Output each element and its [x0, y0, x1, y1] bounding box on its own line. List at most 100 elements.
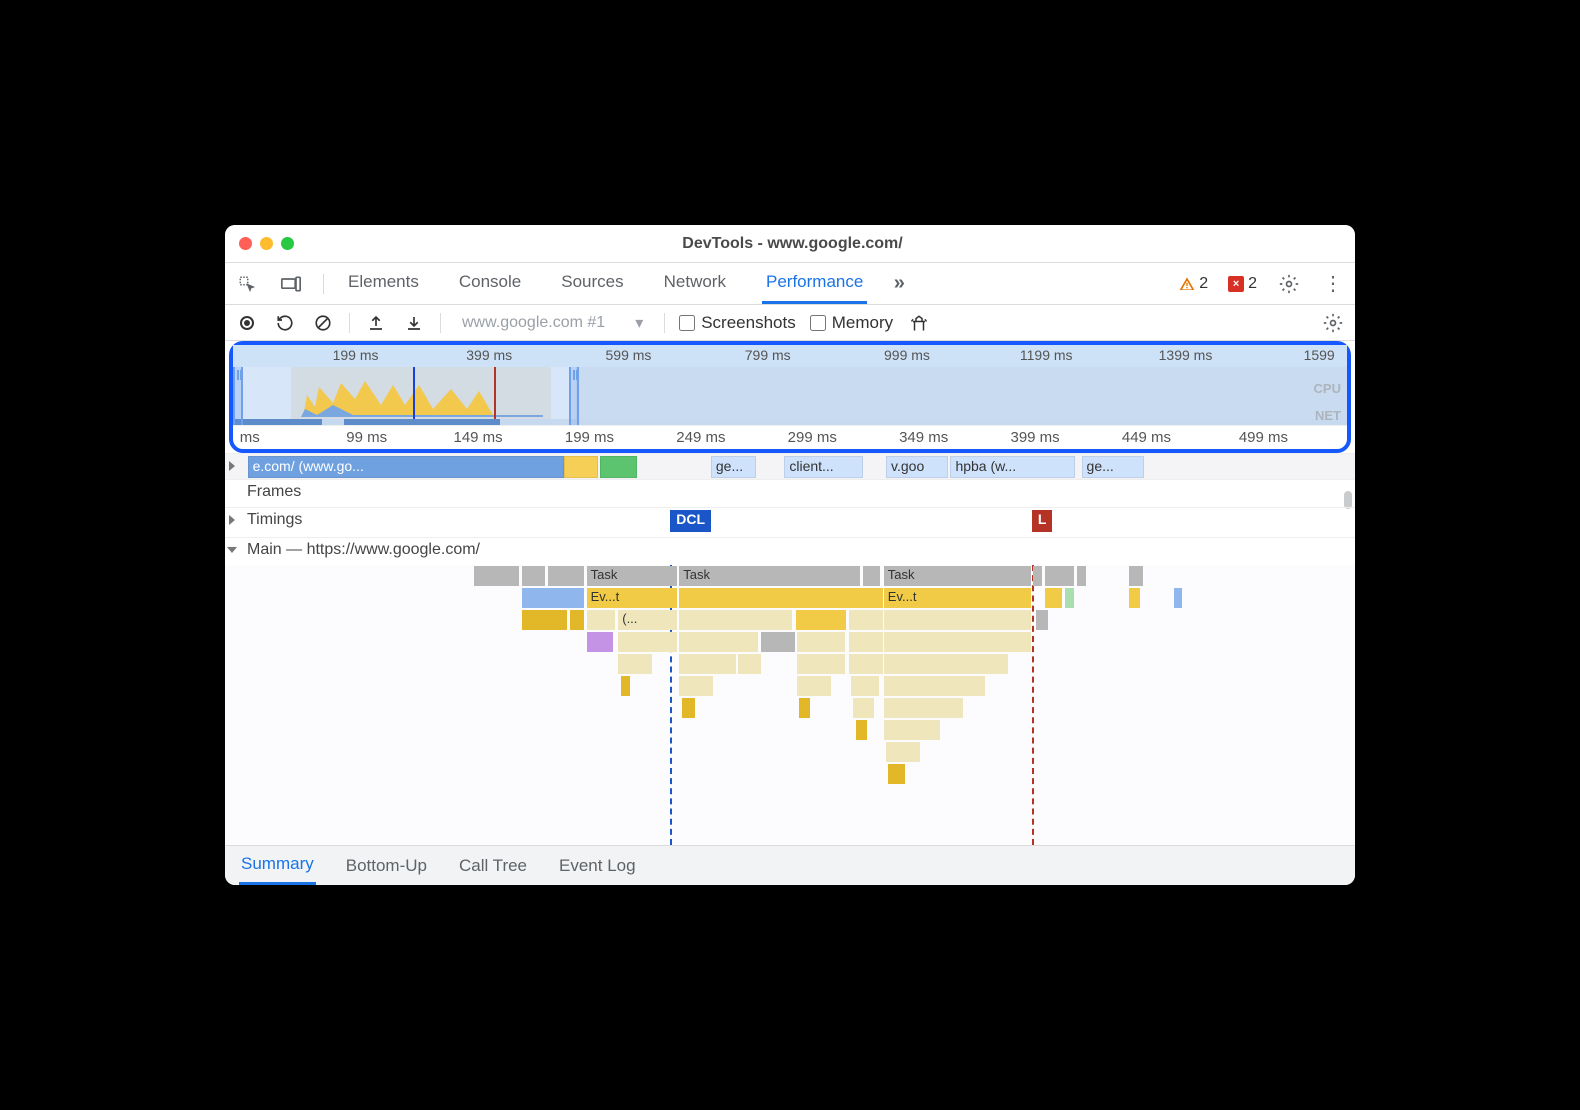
overview-handle-right[interactable]	[569, 367, 579, 425]
track-timings[interactable]: Timings DCL L	[225, 507, 1355, 537]
download-icon[interactable]	[402, 311, 426, 335]
network-request[interactable]: ge...	[711, 456, 756, 478]
flame-block[interactable]	[849, 610, 883, 630]
detail-tab-bottom-up[interactable]: Bottom-Up	[344, 848, 429, 884]
flame-block[interactable]	[884, 720, 941, 740]
flame-block[interactable]	[1129, 566, 1143, 586]
flame-block[interactable]	[474, 566, 519, 586]
flame-block[interactable]	[856, 720, 867, 740]
minimize-window-button[interactable]	[260, 237, 273, 250]
device-toolbar-icon[interactable]	[279, 272, 303, 296]
reload-icon[interactable]	[273, 311, 297, 335]
tab-sources[interactable]: Sources	[557, 263, 627, 304]
flame-block[interactable]	[849, 654, 883, 674]
flame-block[interactable]	[679, 588, 882, 608]
tab-console[interactable]: Console	[455, 263, 525, 304]
disclosure-triangle-icon[interactable]	[227, 547, 237, 553]
flame-block[interactable]	[1174, 588, 1182, 608]
flame-block[interactable]	[679, 632, 758, 652]
flame-block[interactable]	[863, 566, 880, 586]
screenshots-checkbox[interactable]: Screenshots	[679, 313, 796, 333]
memory-checkbox[interactable]: Memory	[810, 313, 893, 333]
tab-network[interactable]: Network	[660, 263, 730, 304]
flame-block[interactable]: Ev...t	[587, 588, 677, 608]
maximize-window-button[interactable]	[281, 237, 294, 250]
flame-block[interactable]	[797, 676, 831, 696]
flame-block[interactable]: Task	[587, 566, 677, 586]
tab-performance[interactable]: Performance	[762, 263, 867, 304]
flame-block[interactable]	[888, 764, 905, 784]
flame-block[interactable]	[548, 566, 584, 586]
network-request[interactable]	[600, 456, 637, 478]
upload-icon[interactable]	[364, 311, 388, 335]
flame-block[interactable]: Ev...t	[884, 588, 1031, 608]
flame-block[interactable]	[884, 698, 963, 718]
flame-block[interactable]	[849, 632, 883, 652]
flame-block[interactable]: (...	[618, 610, 677, 630]
recording-select[interactable]: www.google.com #1 ▾	[455, 310, 650, 336]
flame-block[interactable]: Task	[679, 566, 860, 586]
flame-block[interactable]	[618, 654, 652, 674]
track-main[interactable]: Main — https://www.google.com/	[225, 537, 1355, 565]
overview-timeline[interactable]: 199 ms399 ms599 ms799 ms999 ms1199 ms139…	[229, 341, 1351, 453]
flame-block[interactable]	[621, 676, 630, 696]
tab-elements[interactable]: Elements	[344, 263, 423, 304]
flame-chart[interactable]: TaskTaskTaskEv...tEv...t(...	[225, 565, 1355, 845]
flame-block[interactable]	[851, 676, 879, 696]
garbage-collect-icon[interactable]	[907, 311, 931, 335]
flame-block[interactable]	[618, 632, 677, 652]
capture-settings-gear-icon[interactable]	[1321, 311, 1345, 335]
flame-block[interactable]	[570, 610, 585, 630]
flame-block[interactable]	[522, 566, 545, 586]
network-request[interactable]: v.goo	[886, 456, 948, 478]
flame-block[interactable]	[1065, 588, 1074, 608]
flame-block[interactable]	[1045, 566, 1073, 586]
flame-block[interactable]	[886, 742, 920, 762]
settings-gear-icon[interactable]	[1277, 272, 1301, 296]
overview-handle-left[interactable]	[233, 367, 243, 425]
flame-block[interactable]	[679, 654, 736, 674]
flame-block[interactable]	[1033, 566, 1042, 586]
flame-block[interactable]	[682, 698, 696, 718]
close-window-button[interactable]	[239, 237, 252, 250]
flame-block[interactable]	[796, 610, 847, 630]
detail-tab-call-tree[interactable]: Call Tree	[457, 848, 529, 884]
flame-block[interactable]	[797, 654, 846, 674]
flame-block[interactable]	[799, 698, 810, 718]
inspect-element-icon[interactable]	[235, 272, 259, 296]
detail-tab-event-log[interactable]: Event Log	[557, 848, 638, 884]
detail-tab-summary[interactable]: Summary	[239, 846, 316, 885]
network-request[interactable]: hpba (w...	[950, 456, 1074, 478]
dcl-marker[interactable]: DCL	[670, 510, 711, 532]
flame-block[interactable]	[587, 632, 613, 652]
network-request[interactable]: client...	[784, 456, 863, 478]
overview-body[interactable]: CPU NET	[233, 367, 1347, 425]
flame-block[interactable]	[679, 610, 792, 630]
track-network[interactable]: Network e.com/ (www.go...ge...client...v…	[225, 453, 1355, 479]
flame-block[interactable]	[884, 610, 1031, 630]
clear-icon[interactable]	[311, 311, 335, 335]
network-request[interactable]	[564, 456, 598, 478]
flame-block[interactable]	[1036, 610, 1047, 630]
flame-block[interactable]	[761, 632, 795, 652]
flame-block[interactable]: Task	[884, 566, 1031, 586]
warnings-badge[interactable]: 2	[1179, 275, 1208, 293]
flame-block[interactable]	[797, 632, 846, 652]
flame-block[interactable]	[522, 610, 567, 630]
more-tabs-icon[interactable]: »	[887, 272, 911, 296]
flame-block[interactable]	[522, 588, 584, 608]
flame-block[interactable]	[587, 610, 615, 630]
kebab-menu-icon[interactable]: ⋮	[1321, 272, 1345, 296]
flame-block[interactable]	[1129, 588, 1140, 608]
errors-badge[interactable]: × 2	[1228, 275, 1257, 293]
flame-block[interactable]	[884, 632, 1031, 652]
network-request[interactable]: ge...	[1082, 456, 1144, 478]
track-frames[interactable]: Frames	[225, 479, 1355, 507]
flame-block[interactable]	[1045, 588, 1062, 608]
flame-block[interactable]	[853, 698, 873, 718]
load-marker[interactable]: L	[1032, 510, 1053, 532]
flame-block[interactable]	[1077, 566, 1086, 586]
flame-block[interactable]	[679, 676, 713, 696]
flame-block[interactable]	[884, 676, 986, 696]
record-icon[interactable]	[235, 311, 259, 335]
